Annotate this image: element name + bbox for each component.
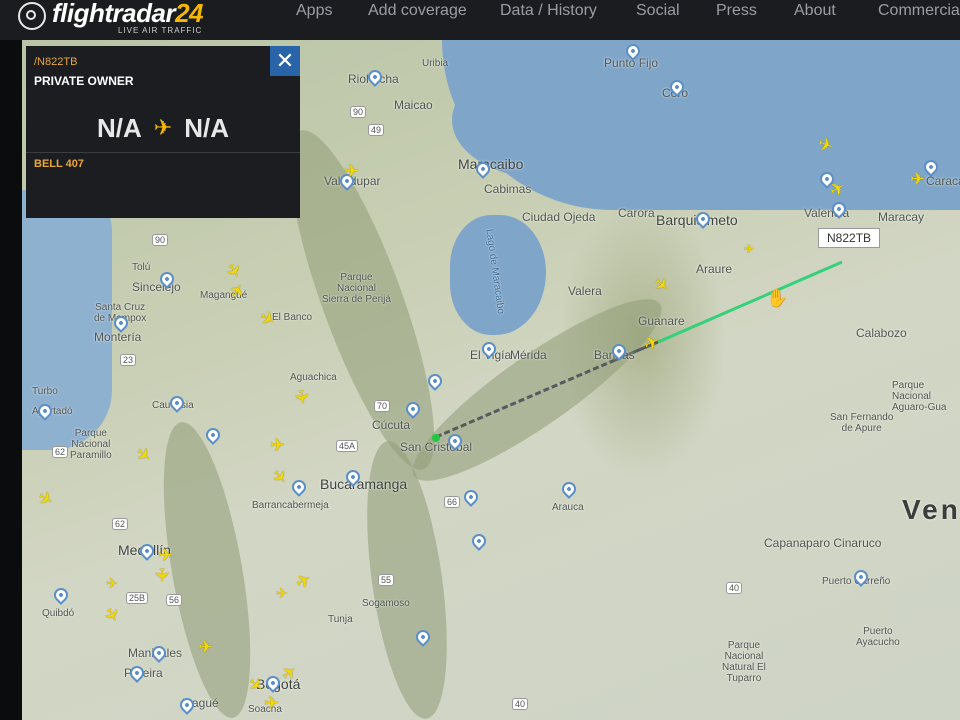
road-shield: 40 (726, 582, 743, 594)
aircraft-icon[interactable]: ✈ (264, 694, 279, 712)
track-recent-segment (657, 260, 843, 344)
map-label: Guanare (638, 314, 685, 328)
map-label: Tunja (328, 614, 353, 625)
hand-cursor-icon: ✋ (766, 288, 789, 308)
aircraft-model: BELL 407 (34, 158, 84, 170)
flight-operator: PRIVATE OWNER (34, 74, 134, 88)
logo-tagline: LIVE AIR TRAFFIC (118, 26, 203, 35)
logo-text-block: flightradar24 LIVE AIR TRAFFIC (52, 0, 203, 36)
road-shield: 90 (152, 234, 169, 246)
map-label: Parque Nacional Sierra de Perijá (322, 272, 391, 305)
aircraft-callsign-tag[interactable]: N822TB (818, 228, 881, 248)
map-label: Uribia (422, 58, 449, 69)
map-label: Arauca (552, 502, 584, 513)
origin-code: N/A (97, 112, 142, 143)
top-navigation-bar: flightradar24 LIVE AIR TRAFFIC Apps Add … (0, 0, 960, 40)
map-label: Maicao (394, 98, 433, 112)
map-label: Cúcuta (372, 418, 411, 432)
country-label: Ven (902, 494, 960, 525)
aircraft-icon[interactable]: ✈ (198, 638, 213, 656)
map-label: Quibdó (42, 608, 75, 619)
map-label: Maracay (878, 210, 925, 224)
map-label: San Fernando de Apure (830, 412, 894, 434)
route-row: N/A ✈ N/A (26, 108, 300, 148)
aircraft-icon[interactable]: ✈ (106, 574, 118, 592)
close-panel-button[interactable]: ✕ (270, 46, 300, 76)
road-shield: 23 (120, 354, 137, 366)
map-label: Valera (568, 284, 602, 298)
map-label: Barrancabermeja (252, 500, 329, 511)
aircraft-icon[interactable]: ✈ (290, 388, 312, 406)
destination-code: N/A (184, 112, 229, 143)
road-shield: 49 (368, 124, 385, 136)
map-label: Parque Nacional Aguaro-Gua (892, 380, 947, 413)
nav-press[interactable]: Press (716, 2, 757, 20)
map-label: Ciudad Ojeda (522, 210, 596, 224)
road-shield: 56 (166, 594, 183, 606)
nav-apps[interactable]: Apps (296, 2, 332, 20)
map-label: Montería (94, 330, 142, 344)
map-label: Parque Nacional Paramillo (70, 428, 112, 461)
map-label: Calabozo (856, 326, 907, 340)
aircraft-icon[interactable]: ✈ (158, 546, 173, 564)
road-shield: 90 (350, 106, 367, 118)
logo-wordmark: flightradar24 (52, 0, 203, 26)
aircraft-icon[interactable]: ✈ (910, 170, 925, 188)
nav-data-history[interactable]: Data / History (500, 2, 597, 20)
map-label: Cabimas (484, 182, 532, 196)
airplane-icon: ✈ (153, 115, 173, 140)
map-label: Turbo (32, 386, 58, 397)
logo-number: 24 (175, 0, 203, 28)
map-label: Capanaparo Cinaruco (764, 536, 882, 550)
aircraft-icon[interactable]: ✈ (270, 436, 285, 454)
aircraft-icon[interactable]: ✈ (152, 567, 172, 582)
radar-icon (18, 2, 46, 30)
nav-add-coverage[interactable]: Add coverage (368, 2, 467, 20)
aircraft-icon[interactable]: ✈ (744, 240, 754, 258)
flight-info-panel: /N822TB PRIVATE OWNER ✕ N/A ✈ N/A BELL 4… (26, 46, 300, 218)
map-label: Parque Nacional Natural El Tuparro (722, 640, 766, 684)
road-shield: 40 (512, 698, 529, 710)
map-label: Mérida (510, 348, 547, 362)
road-shield: 25B (126, 592, 149, 604)
aircraft-icon[interactable]: ✈ (344, 162, 359, 180)
road-shield: 66 (444, 496, 461, 508)
logo-text: flightradar (52, 0, 176, 28)
map-label: Puerto Ayacucho (856, 626, 900, 648)
map-label: Bucaramanga (320, 476, 408, 492)
panel-divider (26, 152, 300, 153)
road-shield: 62 (52, 446, 69, 458)
road-shield: 70 (374, 400, 391, 412)
road-shield: 45A (336, 440, 359, 452)
nav-social[interactable]: Social (636, 2, 680, 20)
aircraft-icon[interactable]: ✈ (276, 584, 288, 602)
map-label: Araure (696, 262, 733, 276)
flightradar24-logo[interactable]: flightradar24 LIVE AIR TRAFFIC (18, 0, 203, 36)
road-shield: 62 (112, 518, 129, 530)
nav-about[interactable]: About (794, 2, 836, 20)
map-label: Maracaibo (458, 156, 524, 172)
track-old-segment (435, 358, 616, 439)
nav-commercial[interactable]: Commercia (878, 2, 960, 20)
map-label: Aguachica (290, 372, 337, 383)
road-shield: 55 (378, 574, 395, 586)
map-label: Tolú (132, 262, 151, 273)
map-label: Sogamoso (362, 598, 410, 609)
map-label: Carora (618, 206, 655, 220)
flight-callsign: /N822TB (34, 56, 78, 68)
